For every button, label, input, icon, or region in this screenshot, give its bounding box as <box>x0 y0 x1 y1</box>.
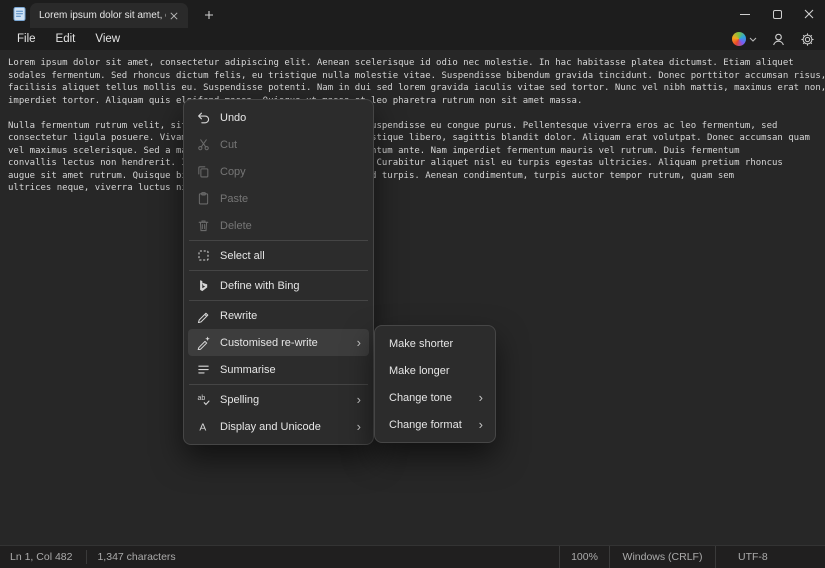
statusbar: Ln 1, Col 482 1,347 characters 100% Wind… <box>0 545 825 568</box>
person-icon <box>771 32 786 47</box>
cut-icon <box>195 137 211 153</box>
select-all-icon <box>195 248 211 264</box>
context-menu-item-select-all[interactable]: Select all <box>188 242 369 269</box>
submenu-item-change-tone[interactable]: Change tone <box>379 384 491 411</box>
submenu-chevron-icon <box>357 420 361 433</box>
context-menu: Undo Cut Copy Paste Delete Select all <box>183 99 374 445</box>
context-menu-item-undo[interactable]: Undo <box>188 104 369 131</box>
notepad-app-icon <box>12 6 27 22</box>
settings-button[interactable] <box>796 29 819 49</box>
menu-separator <box>189 300 368 301</box>
account-button[interactable] <box>767 29 790 49</box>
submenu-chevron-icon <box>479 391 483 404</box>
text-line: Lorem ipsum dolor sit amet, consectetur … <box>8 57 825 70</box>
chevron-down-icon <box>749 37 757 42</box>
text-line: Nulla fermentum rutrum velit, sit amet f… <box>8 120 825 133</box>
text-line: consectetur ligula posuere. Vivamus comm… <box>8 132 825 145</box>
menubar-right <box>728 28 819 50</box>
menu-separator <box>189 384 368 385</box>
close-button[interactable] <box>793 0 825 28</box>
menu-edit[interactable]: Edit <box>46 30 86 48</box>
bing-icon <box>195 278 211 294</box>
menu-view[interactable]: View <box>85 30 130 48</box>
text-line: imperdiet tortor. Aliquam quis eleifend … <box>8 95 825 108</box>
tab-title: Lorem ipsum dolor sit amet, conse <box>39 10 166 21</box>
custom-rewrite-icon <box>195 335 211 351</box>
text-line: convallis lectus non hendrerit. Integer … <box>8 157 825 170</box>
customised-rewrite-submenu: Make shorter Make longer Change tone Cha… <box>374 325 496 443</box>
character-count: 1,347 characters <box>87 546 189 568</box>
new-tab-button[interactable] <box>200 6 218 24</box>
context-menu-item-customised-re-write[interactable]: Customised re-write <box>188 329 369 356</box>
maximize-button[interactable] <box>761 0 793 28</box>
spelling-icon: ab <box>195 392 211 408</box>
close-icon <box>804 9 814 19</box>
context-menu-item-define-with-bing[interactable]: Define with Bing <box>188 272 369 299</box>
window-controls <box>729 0 825 28</box>
svg-text:ab: ab <box>197 395 205 402</box>
tab-close-icon[interactable] <box>166 8 182 24</box>
minimize-icon <box>740 14 750 15</box>
submenu-chevron-icon <box>357 393 361 406</box>
settings-gear-icon <box>800 32 815 47</box>
context-menu-item-cut[interactable]: Cut <box>188 131 369 158</box>
context-menu-item-display-and-unicode[interactable]: A Display and Unicode <box>188 413 369 440</box>
text-editor-area[interactable]: Lorem ipsum dolor sit amet, consectetur … <box>0 50 825 545</box>
text-line: augue sit amet rutrum. Quisque bibendum … <box>8 170 825 183</box>
text-line: facilisis aliquet tellus mollis eu. Susp… <box>8 82 825 95</box>
submenu-chevron-icon <box>357 336 361 349</box>
copy-icon <box>195 164 211 180</box>
text-line: sodales fermentum. Sed rhoncus dictum fe… <box>8 70 825 83</box>
rewrite-pencil-icon <box>195 308 211 324</box>
zoom-level[interactable]: 100% <box>559 546 609 568</box>
paste-icon <box>195 191 211 207</box>
submenu-chevron-icon <box>479 418 483 431</box>
menu-file[interactable]: File <box>7 30 46 48</box>
context-menu-item-rewrite[interactable]: Rewrite <box>188 302 369 329</box>
text-line: ultrices neque, viverra luctus nibh. <box>8 182 825 195</box>
menu-separator <box>189 270 368 271</box>
encoding-indicator[interactable]: UTF-8 <box>715 546 825 568</box>
context-menu-item-copy[interactable]: Copy <box>188 158 369 185</box>
minimize-button[interactable] <box>729 0 761 28</box>
text-line: vel maximus scelerisque. Sed a magna vit… <box>8 145 825 158</box>
delete-icon <box>195 218 211 234</box>
text-line <box>8 107 825 120</box>
menubar: File Edit View <box>0 28 825 50</box>
context-menu-item-delete[interactable]: Delete <box>188 212 369 239</box>
context-menu-item-paste[interactable]: Paste <box>188 185 369 212</box>
menu-separator <box>189 240 368 241</box>
summarise-icon <box>195 362 211 378</box>
submenu-item-make-longer[interactable]: Make longer <box>379 357 491 384</box>
undo-icon <box>195 110 211 126</box>
maximize-icon <box>773 10 782 19</box>
submenu-item-change-format[interactable]: Change format <box>379 411 491 438</box>
titlebar: Lorem ipsum dolor sit amet, conse <box>0 0 825 28</box>
submenu-item-make-shorter[interactable]: Make shorter <box>379 330 491 357</box>
line-ending-indicator[interactable]: Windows (CRLF) <box>609 546 715 568</box>
svg-text:A: A <box>199 422 206 433</box>
statusbar-spacer <box>190 546 559 568</box>
copilot-icon <box>732 32 746 46</box>
document-tab[interactable]: Lorem ipsum dolor sit amet, conse <box>30 3 188 28</box>
unicode-icon: A <box>195 419 211 435</box>
context-menu-item-spelling[interactable]: ab Spelling <box>188 386 369 413</box>
context-menu-item-summarise[interactable]: Summarise <box>188 356 369 383</box>
cursor-position: Ln 1, Col 482 <box>0 546 86 568</box>
copilot-button[interactable] <box>728 29 761 49</box>
